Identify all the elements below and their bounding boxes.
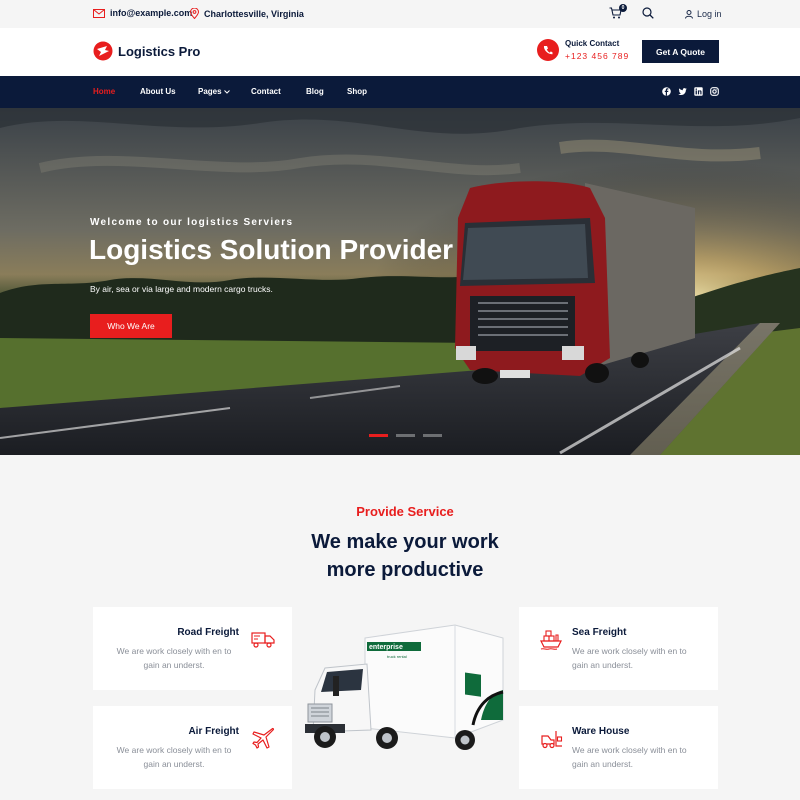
who-we-are-button[interactable]: Who We Are (90, 314, 172, 338)
service-title-line-1: We make your work (311, 531, 499, 553)
forklift-icon (541, 731, 563, 749)
site-header: Logistics Pro Quick Contact +123 456 789… (0, 28, 800, 76)
instagram-icon[interactable] (710, 87, 719, 96)
card-text: We are work closely with en to gain an u… (116, 646, 232, 670)
hero-subtitle: Welcome to our logistics Serviers (90, 217, 294, 228)
nav-item-blog[interactable]: Blog (306, 87, 324, 96)
card-text: We are work closely with en to gain an u… (572, 646, 687, 670)
nav-item-pages[interactable]: Pages (198, 87, 230, 96)
service-card-road-freight[interactable]: Road Freight We are work closely with en… (93, 607, 292, 690)
login-text: Log in (697, 9, 722, 19)
hero-description: By air, sea or via large and modern carg… (90, 284, 273, 294)
truck-brand-text: enterprise (369, 644, 403, 651)
truck-brand-sub: truck rental (387, 654, 407, 659)
nav-item-home[interactable]: Home (93, 87, 115, 96)
email-link[interactable]: info@example.com (93, 8, 192, 18)
service-card-air-freight[interactable]: Air Freight We are work closely with en … (93, 706, 292, 789)
hero-background-image (0, 108, 800, 455)
slider-dot-3[interactable] (423, 434, 442, 437)
service-title-line-2: more productive (326, 559, 484, 581)
service-card-ware-house[interactable]: Ware House We are work closely with en t… (519, 706, 718, 789)
site-logo[interactable]: Logistics Pro (93, 41, 200, 61)
card-text: We are work closely with en to gain an u… (572, 745, 687, 769)
service-title: We make your work more productive (0, 528, 800, 584)
card-title: Air Freight (188, 726, 239, 737)
cart-count-badge: 0 (619, 4, 627, 12)
login-link[interactable]: Log in (685, 9, 722, 19)
search-icon (642, 7, 654, 19)
hero-title: Logistics Solution Provider (89, 234, 454, 265)
box-truck-image: enterprise truck rental (305, 624, 504, 750)
phone-number: +123 456 789 (565, 51, 630, 61)
delivery-truck-icon (251, 632, 275, 648)
hero-banner: Welcome to our logistics Serviers Logist… (0, 108, 800, 455)
nav-item-contact[interactable]: Contact (251, 87, 281, 96)
user-icon (685, 9, 693, 19)
nav-item-pages-label: Pages (198, 87, 222, 96)
email-text: info@example.com (110, 8, 193, 18)
card-title: Road Freight (177, 627, 239, 638)
chevron-down-icon (223, 90, 230, 94)
quick-contact[interactable]: Quick Contact +123 456 789 (537, 39, 629, 61)
main-nav: Home About Us Pages Contact Blog Shop (0, 76, 800, 108)
slider-dot-2[interactable] (396, 434, 415, 437)
logo-text: Logistics Pro (118, 43, 201, 59)
search-button[interactable] (642, 7, 654, 21)
location-text: Charlottesville, Virginia (204, 8, 304, 19)
get-quote-button[interactable]: Get A Quote (642, 40, 719, 63)
nav-item-shop[interactable]: Shop (347, 87, 367, 96)
service-eyebrow: Provide Service (356, 504, 454, 519)
mail-icon (93, 8, 105, 18)
card-text: We are work closely with en to gain an u… (116, 745, 232, 769)
top-bar: info@example.com Charlottesville, Virgin… (0, 0, 800, 28)
card-title: Ware House (572, 726, 630, 737)
logo-icon (93, 41, 113, 61)
facebook-icon[interactable] (662, 87, 671, 96)
card-title: Sea Freight (572, 627, 627, 638)
slider-dot-1[interactable] (369, 434, 388, 437)
cargo-ship-icon (540, 630, 562, 650)
quick-contact-label: Quick Contact (565, 39, 620, 48)
twitter-icon[interactable] (678, 87, 687, 96)
nav-item-about-us[interactable]: About Us (140, 87, 176, 96)
location-info: Charlottesville, Virginia (190, 8, 304, 19)
airplane-icon (252, 727, 275, 749)
cart-button[interactable]: 0 (609, 4, 627, 21)
phone-icon (537, 39, 559, 61)
linkedin-icon[interactable] (694, 87, 703, 96)
map-pin-icon (190, 8, 199, 19)
service-card-sea-freight[interactable]: Sea Freight We are work closely with en … (519, 607, 718, 690)
